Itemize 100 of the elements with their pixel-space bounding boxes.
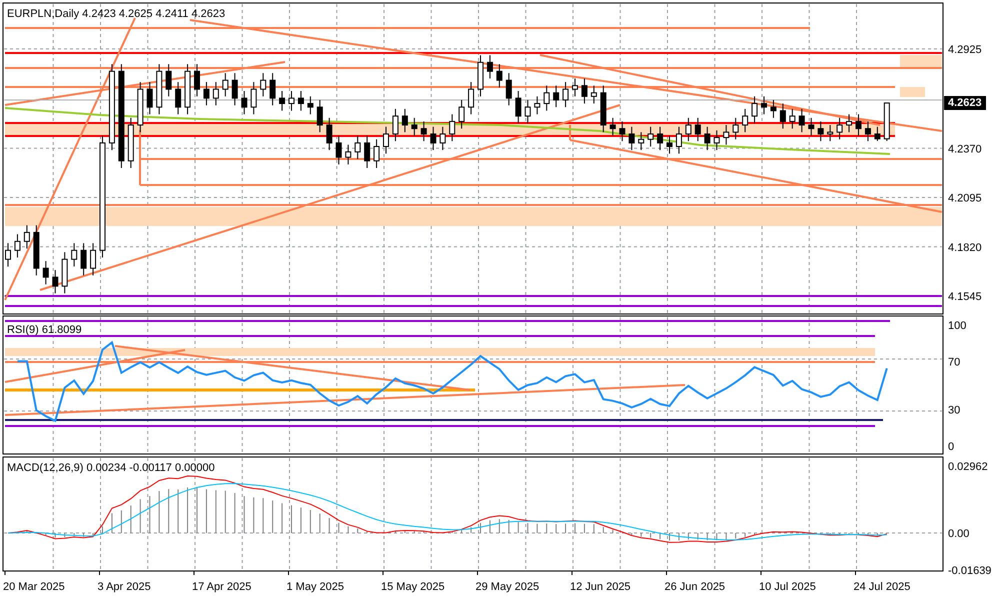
candlestick [203,82,210,106]
candlestick [468,82,474,115]
candlestick [146,82,153,115]
candlestick [411,117,418,136]
candlestick [590,85,597,104]
candlestick [354,135,361,160]
candlestick [544,85,550,112]
rsi-axis-label: 100 [948,320,966,332]
candlestick [80,242,87,276]
candlestick [685,117,692,142]
candlestick [572,78,578,97]
candlestick [798,108,805,133]
date-axis-label: 15 May 2025 [381,581,445,593]
candlestick [553,85,560,108]
date-axis-label: 24 Jul 2025 [854,581,910,593]
candlestick [789,108,796,130]
rsi-axis-label: 30 [948,404,960,417]
candlestick [364,135,370,168]
price-axis-label: 4.1820 [948,242,982,254]
candlestick [874,126,880,142]
candlestick [420,120,427,142]
candlestick [856,114,862,136]
candlestick [780,103,786,130]
date-axis-label: 20 Mar 2025 [3,581,65,593]
price-axis-label: 4.1545 [948,291,982,303]
candlestick [71,242,78,267]
candlestick [515,90,522,124]
chart-header: EURPLN,Daily 4.2423 4.2625 4.2411 4.2623 [7,8,226,20]
rsi-axis-label: 70 [948,356,960,368]
macd-title: MACD(12,26,9) 0.00234 -0.00117 0.00000 [7,462,215,474]
candlestick [818,120,824,142]
candlestick [827,124,834,142]
candlestick [666,135,672,154]
candlestick [676,126,682,154]
candlestick [326,117,332,151]
candlestick [864,120,871,142]
candlestick [5,242,11,267]
candlestick [648,126,654,148]
candlestick [581,78,588,104]
candlestick [619,120,626,142]
rsi-axis-label: 0 [948,441,954,453]
candlestick [723,124,730,146]
candlestick [279,90,286,112]
date-axis-label: 12 Jun 2025 [570,581,631,593]
candlestick [524,99,531,124]
candlestick [694,117,701,142]
date-axis-label: 17 Apr 2025 [192,581,252,593]
candlestick [752,96,758,124]
candlestick [374,138,380,168]
date-axis-label: 10 Jul 2025 [759,581,816,593]
candlestick [307,96,314,115]
current-price-label: 4.2623 [944,96,986,110]
candlestick [392,108,398,142]
candlestick [288,90,294,112]
candlestick [846,114,852,133]
candlestick [628,126,635,151]
candlestick [166,64,172,97]
candlestick [506,72,512,106]
candlestick [42,260,49,285]
candlestick [534,96,540,115]
candlestick [232,72,238,106]
candlestick [212,82,219,106]
candlestick [250,82,257,115]
macd-axis-label: 0.00 [948,528,970,540]
candlestick [836,117,843,140]
candlestick [260,72,266,97]
candlestick [449,114,456,142]
candlestick [402,108,408,133]
candlestick [345,144,352,165]
candlestick [24,224,30,250]
date-axis-label: 3 Apr 2025 [98,581,151,593]
candlestick [761,96,767,115]
rsi-title: RSI(9) 61.8099 [7,324,82,336]
candlestick [638,132,644,151]
candlestick [486,54,493,79]
candlestick [336,135,342,165]
candlestick [808,117,814,136]
candlestick [298,90,304,112]
candlestick [14,234,20,258]
candlestick [496,64,502,88]
candlestick [742,108,748,133]
candlestick [714,130,720,151]
candlestick [222,72,228,97]
candlestick [90,242,96,276]
macd-axis-label: -0.01639 [948,565,992,577]
price-axis-label: 4.2095 [948,192,982,205]
candlestick [770,99,776,118]
candlestick [704,126,710,151]
price-axis-label: 4.2925 [948,44,982,56]
macd-axis-label: 0.02962 [948,461,988,473]
candlestick [175,82,182,115]
candlestick [316,99,323,133]
candlestick [610,117,616,136]
candlestick [732,117,739,140]
candlestick [383,126,389,154]
candlestick [440,126,446,151]
candlestick [241,90,248,115]
price-axis-label: 4.2370 [948,143,982,156]
candlestick [52,270,58,294]
candlestick [657,126,664,151]
